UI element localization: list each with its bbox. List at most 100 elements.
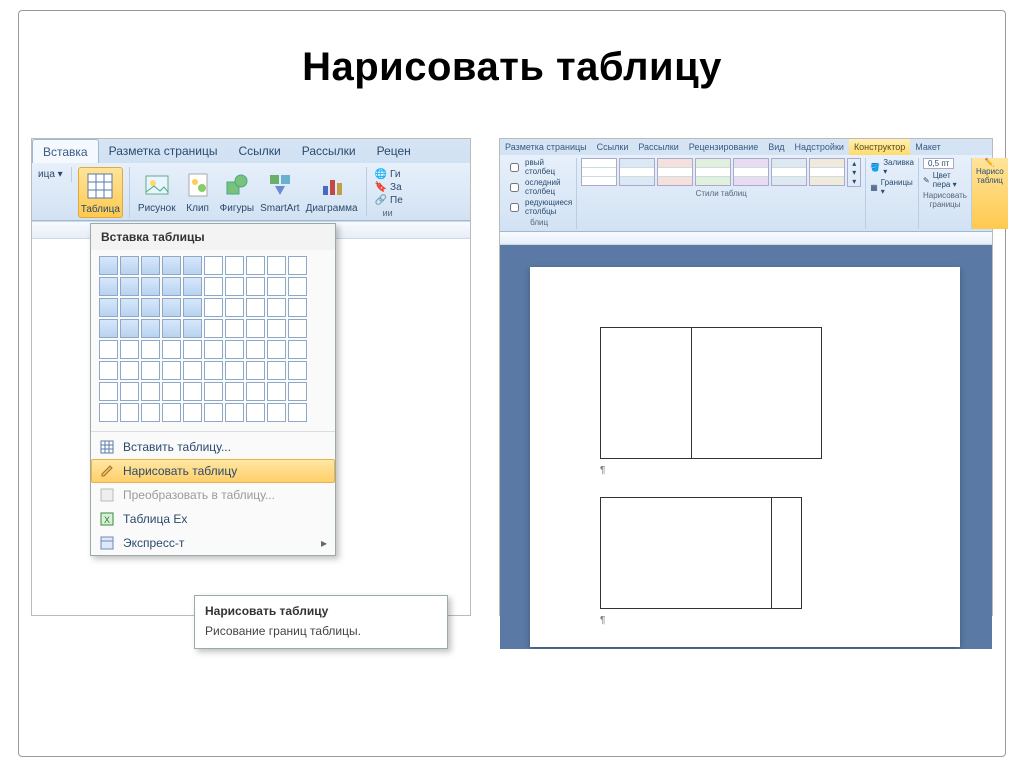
clip-button[interactable]: Клип [180,167,216,216]
grid-cell[interactable] [162,340,181,359]
checkbox-last-col[interactable] [510,183,519,192]
tab-insert[interactable]: Вставка [32,139,99,163]
chart-button[interactable]: Диаграмма [304,167,360,216]
style-gallery[interactable]: ▴ ▾ ▾ [581,158,861,187]
tab2-mail[interactable]: Рассылки [633,139,683,155]
grid-cell[interactable] [246,319,265,338]
line-weight[interactable]: 0,5 пт [923,158,967,169]
grid-cell[interactable] [183,256,202,275]
page[interactable]: ¶ ¶ [530,267,960,647]
grid-cell[interactable] [204,382,223,401]
grid-cell[interactable] [120,319,139,338]
grid-cell[interactable] [120,382,139,401]
grid-cell[interactable] [162,382,181,401]
grid-cell[interactable] [267,361,286,380]
grid-cell[interactable] [288,277,307,296]
grid-cell[interactable] [288,298,307,317]
grid-cell[interactable] [225,382,244,401]
grid-cell[interactable] [204,277,223,296]
grid-cell[interactable] [99,298,118,317]
grid-cell[interactable] [99,340,118,359]
grid-cell[interactable] [183,403,202,422]
grid-cell[interactable] [183,340,202,359]
grid-cell[interactable] [141,403,160,422]
ruler-right[interactable] [500,232,992,245]
grid-cell[interactable] [120,340,139,359]
grid-cell[interactable] [162,256,181,275]
tab2-layout[interactable]: Разметка страницы [500,139,592,155]
grid-cell[interactable] [99,382,118,401]
grid-cell[interactable] [141,361,160,380]
grid-cell[interactable] [204,319,223,338]
tab-review[interactable]: Рецен [367,139,422,163]
grid-cell[interactable] [288,340,307,359]
grid-cell[interactable] [225,319,244,338]
table-2[interactable] [600,497,802,609]
scroll-down-icon[interactable]: ▾ [848,168,860,177]
tab2-tablelayout[interactable]: Макет [910,139,945,155]
grid-cell[interactable] [204,256,223,275]
grid-cell[interactable] [204,403,223,422]
smartart-button[interactable]: SmartArt [258,167,301,216]
opt-banded[interactable]: редующиеся столбцы [506,198,572,216]
grid-cell[interactable] [183,361,202,380]
pen-color[interactable]: ✎Цвет пера ▾ [923,171,967,189]
grid-cell[interactable] [288,403,307,422]
grid-cell[interactable] [120,361,139,380]
tab-page-layout[interactable]: Разметка страницы [99,139,229,163]
grid-cell[interactable] [267,298,286,317]
grid-cell[interactable] [225,256,244,275]
grid-cell[interactable] [99,256,118,275]
style-1[interactable] [581,158,617,186]
grid-cell[interactable] [120,298,139,317]
grid-cell[interactable] [246,277,265,296]
table-1[interactable] [600,327,822,459]
grid-cell[interactable] [225,298,244,317]
tab2-design[interactable]: Конструктор [849,139,910,155]
grid-cell[interactable] [246,382,265,401]
grid-cell[interactable] [288,256,307,275]
scroll-up-icon[interactable]: ▴ [848,159,860,168]
grid-cell[interactable] [141,298,160,317]
menu-insert-table[interactable]: Вставить таблицу... [91,435,335,459]
grid-cell[interactable] [267,319,286,338]
style-6[interactable] [771,158,807,186]
tab-references[interactable]: Ссылки [228,139,291,163]
grid-cell[interactable] [225,403,244,422]
grid-cell[interactable] [162,298,181,317]
shapes-button[interactable]: Фигуры [218,167,256,216]
grid-cell[interactable] [162,361,181,380]
grid-cell[interactable] [225,340,244,359]
grid-cell[interactable] [267,403,286,422]
grid-cell[interactable] [267,382,286,401]
bookmark-row[interactable]: 🔖За [375,182,403,193]
style-3[interactable] [657,158,693,186]
grid-cell[interactable] [183,382,202,401]
grid-cell[interactable] [162,403,181,422]
grid-cell[interactable] [288,382,307,401]
grid-cell[interactable] [246,256,265,275]
grid-cell[interactable] [183,277,202,296]
menu-excel[interactable]: X Таблица Ex [91,507,335,531]
style-2[interactable] [619,158,655,186]
grid-cell[interactable] [225,277,244,296]
crossref-row[interactable]: 🔗Пе [375,195,403,206]
style-5[interactable] [733,158,769,186]
opt-last-col[interactable]: оследний столбец [506,178,572,196]
shading-button[interactable]: 🪣Заливка ▾ [870,158,914,176]
grid-cell[interactable] [99,361,118,380]
grid-cell[interactable] [141,277,160,296]
gallery-more-icon[interactable]: ▾ [848,177,860,186]
document-area-right[interactable]: ¶ ¶ [500,245,992,649]
grid-cell[interactable] [246,298,265,317]
grid-cell[interactable] [162,277,181,296]
grid-cell[interactable] [162,319,181,338]
hyperlink-row[interactable]: 🌐Ги [375,169,403,180]
grid-cell[interactable] [204,361,223,380]
grid-cell[interactable] [246,340,265,359]
grid-cell[interactable] [204,340,223,359]
style-7[interactable] [809,158,845,186]
tab2-review[interactable]: Рецензирование [684,139,764,155]
grid-cell[interactable] [267,340,286,359]
grid-cell[interactable] [120,256,139,275]
